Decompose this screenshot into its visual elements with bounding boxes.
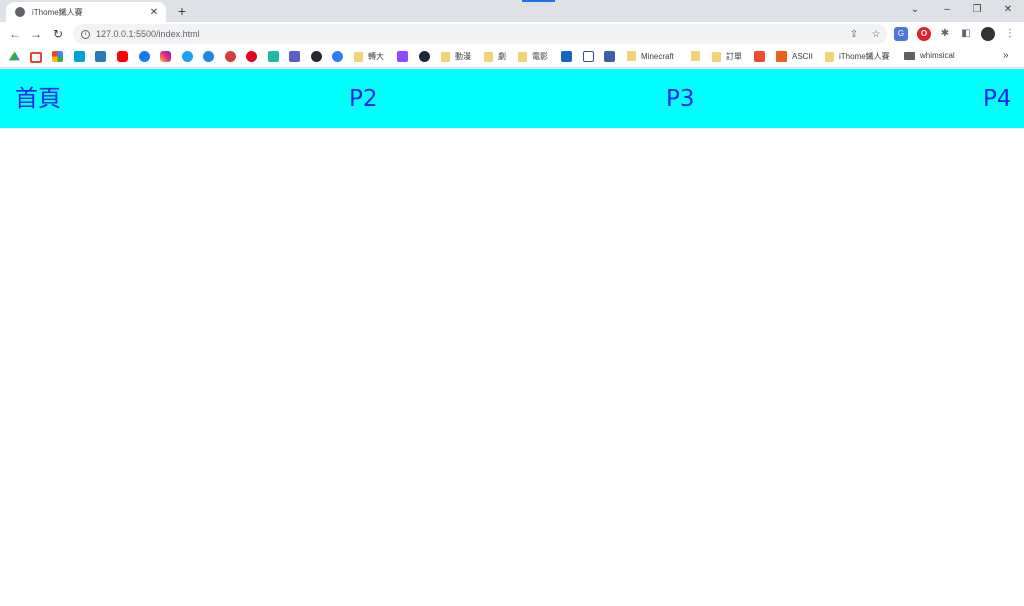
bookmark-circle-icon[interactable] (332, 51, 343, 62)
bookmark-folder[interactable]: iThome鐵人賽 (825, 51, 890, 62)
bookmark-folder[interactable]: 電影 (518, 51, 548, 62)
instagram-icon[interactable] (160, 51, 171, 62)
folder-icon (712, 51, 721, 62)
bookmark-folder[interactable]: ASCII (776, 51, 813, 62)
forward-button[interactable]: → (29, 27, 43, 41)
bookmark-star-icon[interactable]: ☆ (865, 29, 887, 40)
tab-search-chevron-icon[interactable]: ⌄ (908, 3, 922, 17)
bookmark-folder[interactable]: Minecraft (627, 51, 674, 61)
folder-icon (441, 51, 450, 62)
teams-icon[interactable] (289, 51, 300, 62)
facebook-icon[interactable] (139, 51, 150, 62)
extensions-puzzle-icon[interactable]: ✱ (938, 27, 952, 41)
bookmark-folder[interactable]: 動漫 (441, 51, 471, 62)
bookmark-folder[interactable]: whimsical (904, 51, 955, 60)
nav-link-p4[interactable]: P4 (983, 85, 1012, 113)
bookmark-folder[interactable]: 訂單 (712, 51, 742, 62)
bilibili-icon[interactable] (74, 51, 85, 62)
google-drive-icon[interactable] (9, 51, 20, 61)
tab-title: iThome鐵人賽 (32, 7, 83, 17)
bookmark-blue-icon[interactable] (203, 51, 214, 62)
window-close-button[interactable]: ✕ (1001, 3, 1015, 17)
bookmarks-overflow-icon[interactable]: » (1003, 50, 1009, 61)
translate-extension-icon[interactable]: G (894, 27, 908, 41)
side-panel-icon[interactable]: ◧ (959, 27, 973, 41)
gmail-icon[interactable] (30, 52, 42, 63)
nav-link-home[interactable]: 首頁 (15, 85, 61, 113)
bookmarks-bar: 轉大 動漫 劇 電影 Minecraft 訂單 ASCII iThome鐵人賽 … (0, 46, 1024, 68)
google-photos-icon[interactable] (52, 51, 63, 62)
nav-link-p3[interactable]: P3 (666, 85, 695, 113)
bookmark-folder[interactable] (691, 51, 705, 61)
browser-tab-strip: iThome鐵人賽 ✕ + ⌄ – ❐ ✕ (0, 0, 1024, 22)
twitch-icon[interactable] (397, 51, 408, 62)
tab-close-icon[interactable]: ✕ (148, 7, 160, 18)
ascii-icon (776, 51, 787, 62)
bookmark-k-icon[interactable] (604, 51, 615, 62)
github-icon[interactable] (311, 51, 322, 62)
tab-search-accent (522, 0, 555, 2)
site-info-icon[interactable]: i (81, 29, 90, 39)
bookmark-grid-icon[interactable] (583, 51, 594, 62)
address-bar[interactable]: i 127.0.0.1:5500/index.html ⇪ ☆ (73, 24, 887, 44)
youtube-icon[interactable] (117, 51, 128, 62)
folder-icon (904, 51, 915, 60)
minimize-button[interactable]: – (940, 3, 954, 17)
bookmark-red-icon[interactable] (225, 51, 236, 62)
folder-icon (518, 51, 527, 62)
folder-icon (354, 51, 363, 62)
back-button[interactable]: ← (8, 27, 22, 41)
bookmark-folder[interactable]: 劇 (484, 51, 506, 62)
restore-button[interactable]: ❐ (970, 3, 984, 17)
folder-icon (627, 51, 636, 61)
browser-toolbar: ← → ↻ i 127.0.0.1:5500/index.html ⇪ ☆ G … (0, 22, 1024, 46)
twitter-icon[interactable] (182, 51, 193, 62)
nav-link-p2[interactable]: P2 (349, 85, 378, 113)
reload-button[interactable]: ↻ (51, 27, 65, 41)
bookmark-folder[interactable]: 轉大 (354, 51, 384, 62)
address-url[interactable]: 127.0.0.1:5500/index.html (96, 29, 843, 39)
new-tab-button[interactable]: + (174, 3, 190, 19)
more-menu-icon[interactable]: ⋮ (1003, 27, 1017, 41)
opera-extension-icon[interactable]: O (917, 27, 931, 41)
steam-icon[interactable] (419, 51, 430, 62)
bookmark-teal-icon[interactable] (268, 51, 279, 62)
bookmark-app-icon[interactable] (95, 51, 106, 62)
globe-icon (15, 7, 25, 17)
folder-icon (484, 51, 493, 62)
shopee-icon[interactable] (754, 51, 765, 62)
profile-avatar-icon[interactable] (981, 27, 995, 41)
share-icon[interactable]: ⇪ (843, 29, 865, 40)
pinterest-icon[interactable] (246, 51, 257, 62)
bookmark-square-icon[interactable] (561, 51, 572, 62)
folder-icon (825, 51, 834, 62)
page-nav-bar: 首頁 P2 P3 P4 (0, 69, 1024, 128)
folder-icon (691, 51, 700, 61)
browser-tab-active[interactable]: iThome鐵人賽 ✕ (6, 2, 166, 22)
